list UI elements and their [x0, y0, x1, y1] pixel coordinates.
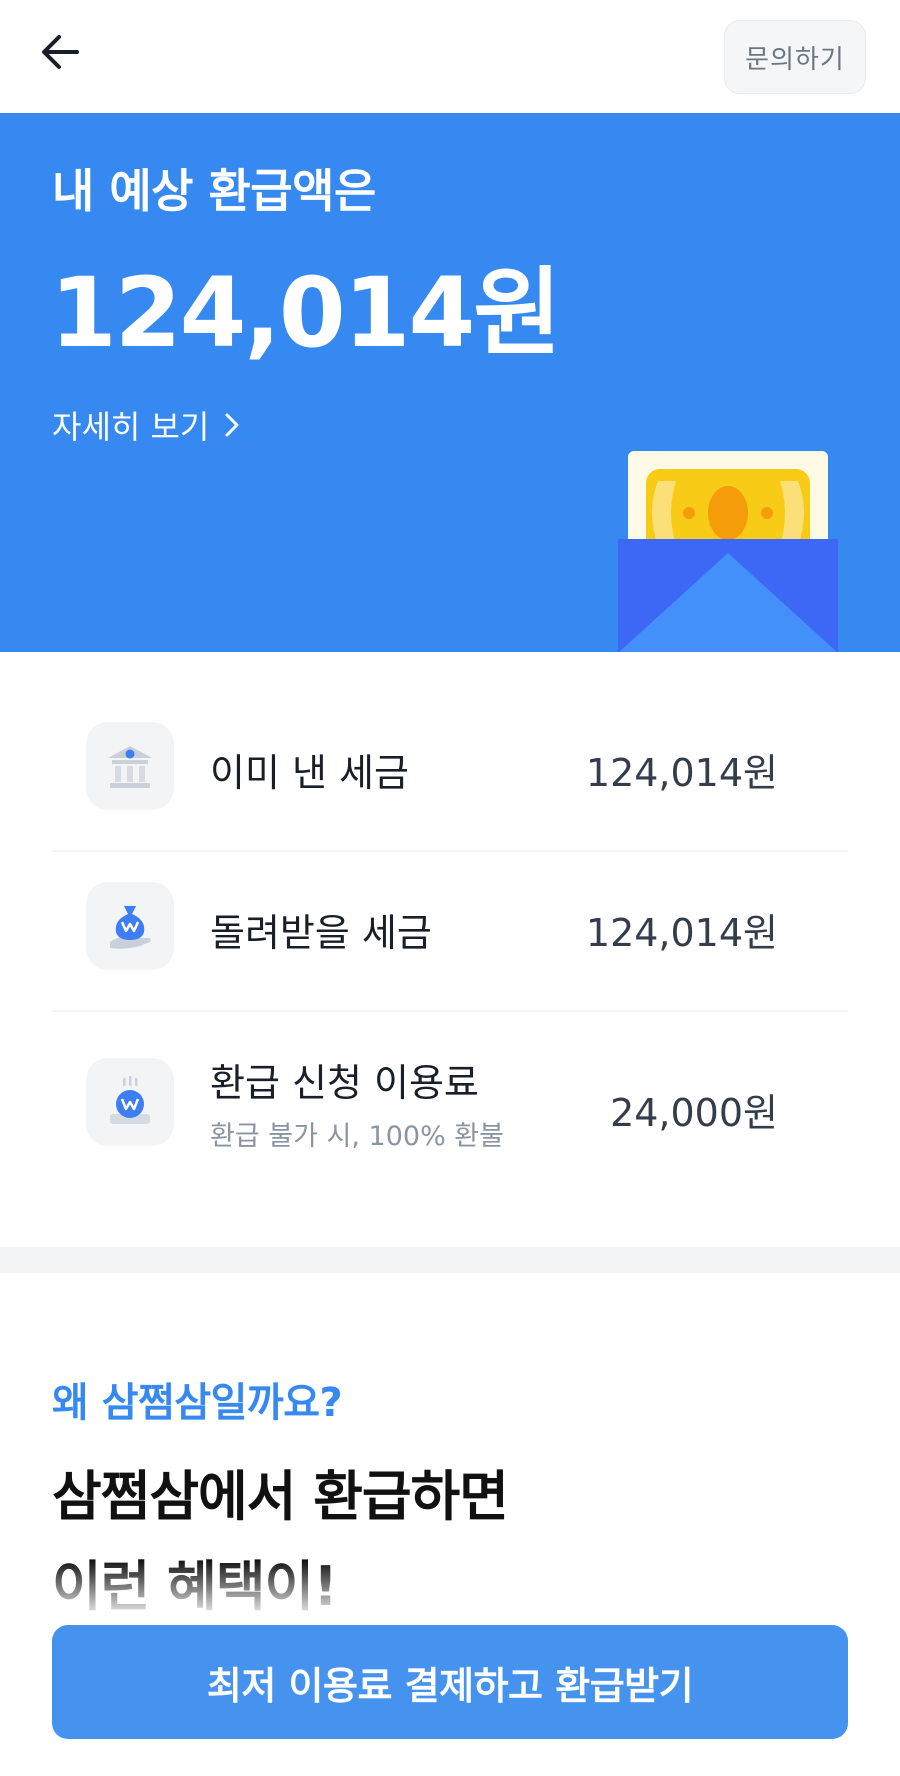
refund-summary-list: 이미 낸 세금 124,014원 돌려받을 세금 124,014원 환급 신청 … — [52, 692, 848, 1188]
refundable-tax-label: 돌려받을 세금 — [210, 911, 432, 955]
refundable-tax-value: 124,014원 — [585, 911, 778, 955]
expected-refund-caption: 내 예상 환급액은 — [52, 164, 376, 218]
service-fee-icon — [86, 1058, 174, 1146]
inquiry-button[interactable]: 문의하기 — [724, 20, 866, 94]
bank-icon — [86, 722, 174, 810]
pay-and-refund-button[interactable]: 최저 이용료 결제하고 환급받기 — [52, 1625, 848, 1739]
service-fee-value: 24,000원 — [610, 1091, 778, 1135]
list-item: 이미 낸 세금 124,014원 — [52, 692, 848, 852]
expected-refund-amount: 124,014원 — [50, 257, 562, 369]
paid-tax-label: 이미 낸 세금 — [210, 751, 409, 795]
refund-guarantee-note: 환급 불가 시, 100% 환불 — [210, 1121, 504, 1152]
money-envelope-illustration — [618, 451, 838, 652]
headline-line-1: 삼쩜삼에서 환급하면 — [52, 1465, 509, 1528]
back-button[interactable] — [30, 22, 90, 82]
view-details-link[interactable]: 자세히 보기 — [52, 402, 241, 448]
view-details-label: 자세히 보기 — [52, 408, 210, 446]
service-fee-label: 환급 신청 이용료 — [210, 1061, 479, 1105]
section-divider — [0, 1247, 900, 1273]
arrow-left-icon — [42, 35, 79, 69]
why-question: 왜 삼쩜삼일까요? — [52, 1380, 343, 1426]
paid-tax-value: 124,014원 — [585, 751, 778, 795]
list-item: 돌려받을 세금 124,014원 — [52, 852, 848, 1012]
list-item: 환급 신청 이용료 환급 불가 시, 100% 환불 24,000원 — [52, 1012, 848, 1188]
refund-hero-banner: 내 예상 환급액은 124,014원 자세히 보기 — [0, 113, 900, 652]
money-bag-icon — [86, 882, 174, 970]
top-bar: 문의하기 — [0, 0, 900, 113]
chevron-right-icon — [225, 413, 239, 437]
scroll-fade-overlay — [0, 1560, 900, 1620]
